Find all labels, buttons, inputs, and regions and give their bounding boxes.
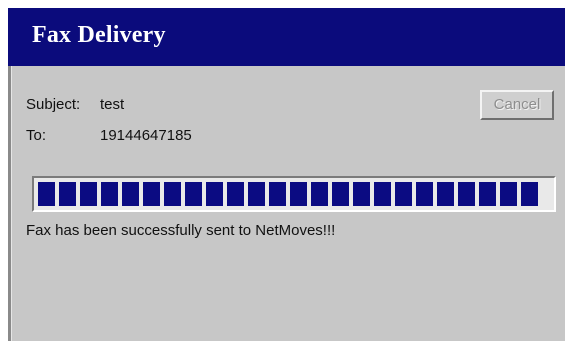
progress-segment	[353, 182, 370, 206]
progress-segment	[479, 182, 496, 206]
progress-segment	[80, 182, 97, 206]
progress-segment	[38, 182, 55, 206]
title-bar: Fax Delivery	[8, 8, 565, 66]
progress-segment	[437, 182, 454, 206]
progress-segment	[416, 182, 433, 206]
subject-label: Subject:	[26, 96, 81, 113]
progress-segment	[374, 182, 391, 206]
progress-segment	[185, 182, 202, 206]
progress-segment	[269, 182, 286, 206]
subject-value: test	[100, 96, 125, 113]
progress-segment	[59, 182, 76, 206]
progress-segment	[395, 182, 412, 206]
progress-segment	[248, 182, 265, 206]
progress-segment	[101, 182, 118, 206]
progress-segment	[332, 182, 349, 206]
progress-segment	[122, 182, 139, 206]
left-border	[8, 66, 12, 341]
to-value: 19144647185	[100, 127, 192, 144]
to-label: To:	[26, 127, 47, 144]
progress-segment	[500, 182, 517, 206]
window-title: Fax Delivery	[32, 22, 166, 48]
progress-segment	[458, 182, 475, 206]
progress-segment	[521, 182, 538, 206]
progress-segment	[206, 182, 223, 206]
progress-segment	[290, 182, 307, 206]
progress-segment	[311, 182, 328, 206]
progress-segment	[227, 182, 244, 206]
cancel-button[interactable]: Cancel	[480, 90, 554, 120]
progress-segment	[143, 182, 160, 206]
progress-segment	[164, 182, 181, 206]
dialog-body: Subject: test To: 19144647185 Cancel Fax…	[8, 66, 565, 341]
status-message: Fax has been successfully sent to NetMov…	[26, 222, 336, 239]
fax-delivery-dialog: Fax Delivery Subject: test To: 191446471…	[8, 8, 565, 341]
progress-bar	[32, 176, 556, 212]
